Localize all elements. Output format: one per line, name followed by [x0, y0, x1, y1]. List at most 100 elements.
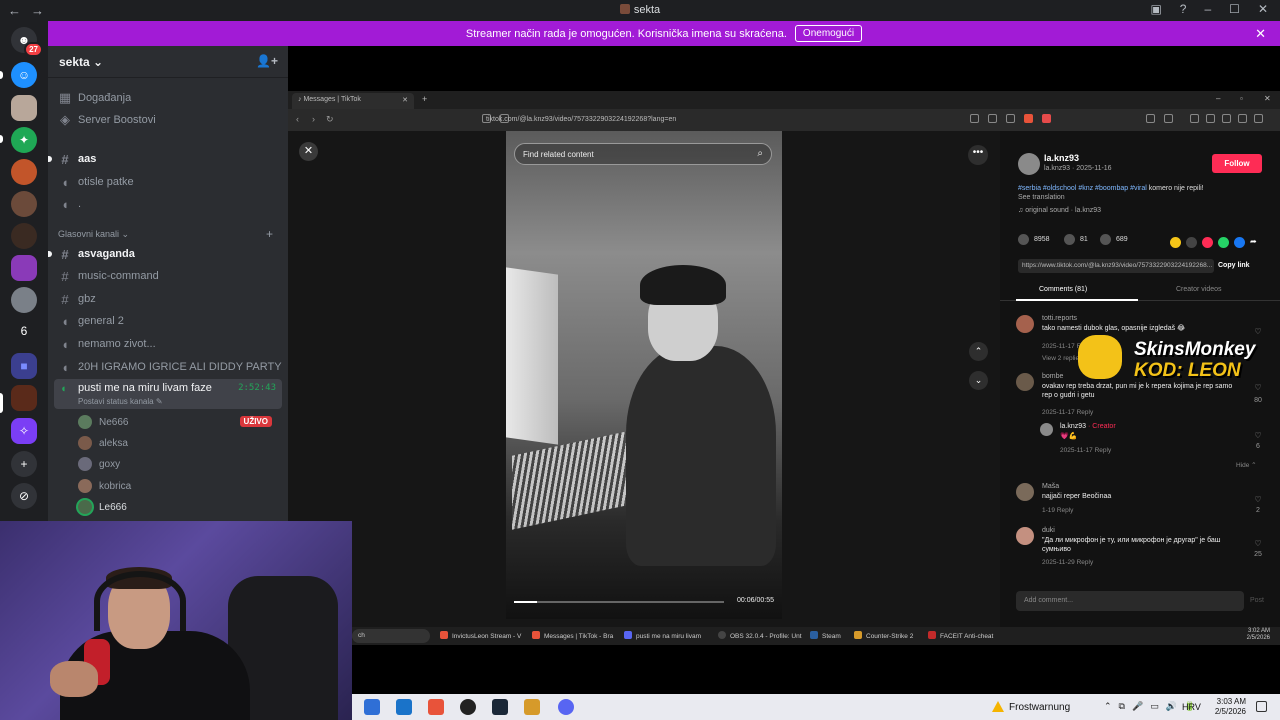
voice-user[interactable]: Ne666 UŽIVO [78, 413, 278, 431]
commenter-avatar[interactable] [1016, 315, 1034, 333]
extensions-icon[interactable] [1222, 114, 1231, 123]
share-arrow-icon[interactable]: ➦ [1250, 237, 1261, 248]
commenter-avatar[interactable] [1016, 527, 1034, 545]
menu-icon[interactable] [1254, 114, 1263, 123]
set-channel-status[interactable]: Postavi status kanala ✎ [78, 397, 163, 406]
embed-icon[interactable] [1186, 237, 1197, 248]
comment-meta[interactable]: 1-19 Reply [1042, 507, 1073, 514]
voice-user[interactable]: goxy [78, 455, 278, 473]
browser-back-icon[interactable]: ‹ [296, 114, 299, 124]
minimize-button[interactable]: – [1204, 2, 1211, 16]
tray-volume-icon[interactable]: 🔊 [1166, 701, 1177, 712]
previous-video-button[interactable]: ⌃ [969, 342, 988, 361]
channel-asvaganda[interactable]: # asvaganda [48, 244, 282, 264]
server-header[interactable]: sekta ⌄ 👤+ [48, 46, 288, 78]
taskbar-clock[interactable]: 3:03 AM 2/5/2026 [1202, 697, 1246, 717]
tab-creator-videos[interactable]: Creator videos [1176, 286, 1222, 293]
active-voice-channel[interactable]: ◖ pusti me na miru livam faze 2:52:43 Po… [54, 379, 282, 409]
commenter-avatar[interactable] [1016, 373, 1034, 391]
next-video-button[interactable]: ⌄ [969, 371, 988, 390]
close-banner-icon[interactable]: ✕ [1255, 26, 1266, 42]
server-brown-icon[interactable] [11, 191, 37, 217]
tab-comments[interactable]: Comments (81) [1039, 286, 1087, 293]
server-blue-icon[interactable]: ☺ [11, 62, 37, 88]
obs-icon[interactable] [460, 699, 476, 715]
video-progress-bar[interactable] [514, 601, 724, 603]
bookmark-icon[interactable] [1100, 234, 1111, 245]
follow-button[interactable]: Follow [1212, 154, 1262, 173]
notifications-icon[interactable] [1256, 701, 1267, 712]
extension-icon[interactable] [970, 114, 979, 123]
maximize-button[interactable]: ☐ [1229, 2, 1240, 16]
original-sound-link[interactable]: ♫ original sound · la.knz93 [1018, 207, 1101, 214]
add-comment-input[interactable]: Add comment... [1016, 591, 1244, 611]
folder-icon[interactable]: ■ [11, 353, 37, 379]
browser-maximize[interactable]: ▫ [1240, 94, 1243, 103]
server-sekta-icon[interactable] [11, 385, 37, 411]
search-icon[interactable]: ⌕ [757, 148, 763, 159]
browser-reload-icon[interactable]: ↻ [326, 114, 334, 125]
commenter-avatar[interactable] [1016, 483, 1034, 501]
channel-otisle-patke[interactable]: ◖ otisle patke [56, 172, 282, 192]
like-icon[interactable] [1018, 234, 1029, 245]
hide-replies-link[interactable]: Hide ⌃ [1236, 461, 1257, 469]
close-button[interactable]: ✕ [1258, 2, 1268, 16]
tab-close-icon[interactable]: ✕ [402, 96, 408, 104]
discord-icon[interactable] [558, 699, 574, 715]
cs2-icon[interactable] [524, 699, 540, 715]
folder-count[interactable]: 6 [11, 318, 37, 344]
vpn-icon[interactable] [1238, 114, 1247, 123]
voice-user[interactable]: aleksa [78, 434, 278, 452]
voice-user-speaking[interactable]: Le666 [78, 498, 278, 516]
outlook-icon[interactable] [396, 699, 412, 715]
video-link-field[interactable]: https://www.tiktok.com/@la.knz93/video/7… [1018, 259, 1214, 273]
browser-minimize[interactable]: – [1216, 94, 1220, 103]
server-green-icon[interactable]: ✦ [11, 127, 37, 153]
browser-tab[interactable]: ♪ Messages | TikTok ✕ [292, 93, 414, 109]
creator-avatar[interactable] [1040, 423, 1053, 436]
channel-diddy-party[interactable]: ◖ 20H IGRAMO IGRICE ALI DIDDY PARTY [56, 357, 282, 377]
facebook-icon[interactable] [1234, 237, 1245, 248]
more-options-button[interactable]: ••• [968, 145, 988, 165]
tabs-icon[interactable] [1206, 114, 1215, 123]
whatsapp-icon[interactable] [1218, 237, 1229, 248]
tray-app-icon[interactable]: ⧉ [1119, 701, 1125, 712]
find-related-search[interactable]: Find related content ⌕ [514, 143, 772, 165]
task-view-icon[interactable] [364, 699, 380, 715]
author-avatar[interactable] [1018, 153, 1040, 175]
commenter-name[interactable]: Maša [1042, 483, 1059, 490]
share-send-icon[interactable] [1202, 237, 1213, 248]
direct-messages-icon[interactable]: ☻ 27 [11, 27, 43, 57]
share-icon[interactable] [1006, 114, 1015, 123]
see-translation-link[interactable]: See translation [1018, 194, 1065, 201]
hashtags[interactable]: #serbia #oldschool #knz #boombap #viral [1018, 185, 1147, 192]
share-coin-icon[interactable] [1170, 237, 1181, 248]
music-icon[interactable] [1190, 114, 1199, 123]
comment-icon[interactable] [1064, 234, 1075, 245]
tray-overflow-icon[interactable]: ⌃ [1104, 701, 1112, 712]
boosts-item[interactable]: ◈ Server Boostovi [56, 110, 282, 130]
server-grey-icon[interactable] [11, 287, 37, 313]
channel-general-2[interactable]: ◖ general 2 [56, 311, 282, 331]
post-comment-button[interactable]: Post [1250, 597, 1264, 604]
add-channel-icon[interactable]: + [266, 227, 273, 241]
server-nitro-icon[interactable]: ✧ [11, 418, 37, 444]
inbox-icon[interactable]: ▣ [1150, 2, 1161, 16]
server-photo-icon[interactable] [11, 95, 37, 121]
comment-meta[interactable]: 2025-11-29 Reply [1042, 559, 1093, 566]
channel-dot[interactable]: ◖. [56, 194, 282, 214]
events-item[interactable]: ▦ Događanja [56, 88, 282, 108]
address-input[interactable]: tiktok.com/@la.knz93/video/7573322903224… [478, 114, 948, 127]
brave-icon[interactable] [428, 699, 444, 715]
discover-icon[interactable]: ⊘ [11, 483, 37, 509]
commenter-name[interactable]: duki [1042, 527, 1055, 534]
sidebar-icon[interactable] [1146, 114, 1155, 123]
brave-shield-icon[interactable] [1024, 114, 1033, 123]
voice-category[interactable]: Glasovni kanali ⌄ + [58, 227, 273, 241]
weather-widget[interactable]: Frostwarnung [992, 701, 1070, 713]
close-video-button[interactable]: ✕ [299, 142, 318, 161]
help-icon[interactable]: ? [1180, 2, 1187, 16]
server-purple-icon[interactable] [11, 255, 37, 281]
steam-icon[interactable] [492, 699, 508, 715]
video-player[interactable]: Find related content ⌕ 00:06/00:55 [506, 131, 782, 619]
